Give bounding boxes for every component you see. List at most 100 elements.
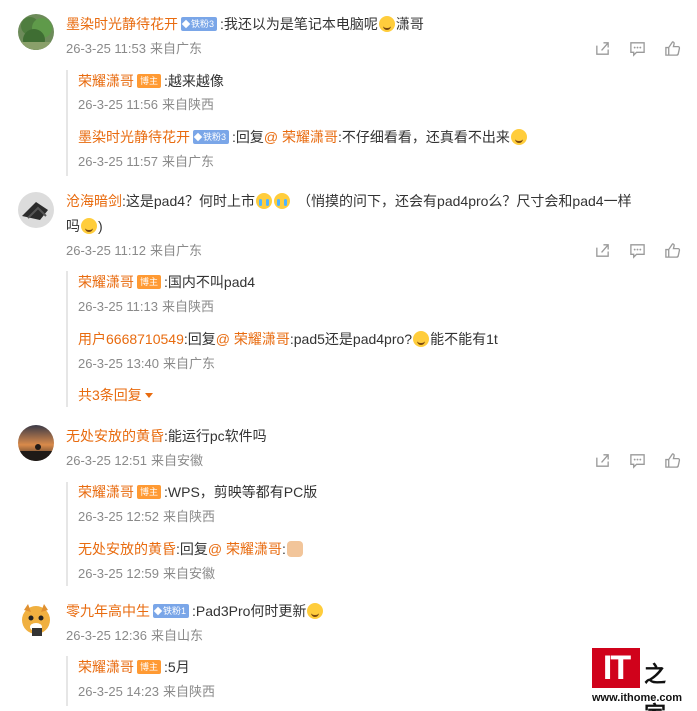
chevron-down-icon	[144, 393, 153, 398]
avatar[interactable]	[18, 192, 54, 228]
location: 来自山东	[150, 628, 203, 643]
comment-text: 我还以为是笔记本电脑呢	[223, 16, 378, 32]
comment-actions	[594, 242, 681, 259]
location: 来自陕西	[162, 509, 215, 524]
timestamp: 26-3-25 11:57	[78, 154, 158, 169]
username[interactable]: 荣耀潇哥	[78, 659, 134, 675]
avatar[interactable]	[18, 602, 54, 638]
reply-2: 墨染时光静待花开 铁粉3:回复@ 荣耀潇哥:不仔细看看，还真看不出来	[78, 127, 528, 147]
location: 来自广东	[162, 154, 215, 169]
fan-badge: 铁粉1	[153, 604, 190, 618]
location: 来自陕西	[162, 684, 215, 699]
timestamp: 26-3-25 11:53	[66, 41, 146, 56]
comment-meta: 26-3-25 12:51 来自安徽	[66, 452, 203, 470]
reply-meta: 26-3-25 11:57 来自广东	[78, 153, 214, 171]
username[interactable]: 无处安放的黄昏	[66, 428, 164, 444]
logo-brand: IT	[592, 648, 640, 688]
mention-link[interactable]: @ 荣耀潇哥	[264, 129, 338, 145]
avatar[interactable]	[18, 14, 54, 50]
host-badge: 博主	[137, 275, 162, 289]
reply-text: 不仔细看看，还真看不出来	[341, 129, 510, 145]
comment-text: 能运行pc软件吗	[167, 428, 267, 444]
reply-1: 荣耀潇哥 博主:WPS，剪映等都有PC版	[78, 484, 318, 500]
timestamp: 26-3-25 11:12	[66, 243, 146, 258]
comment-meta: 26-3-25 11:53 来自广东	[66, 40, 202, 58]
reply-meta: 26-3-25 12:59 来自安徽	[78, 565, 215, 583]
comment-actions	[594, 452, 681, 469]
reply-text: 5月	[167, 659, 190, 675]
mention-link[interactable]: @ 荣耀潇哥	[216, 331, 290, 347]
reply-meta: 26-3-25 11:13 来自陕西	[78, 298, 214, 316]
clap-emoji-icon	[286, 541, 303, 557]
timestamp: 26-3-25 11:56	[78, 97, 158, 112]
username[interactable]: 沧海暗剑	[66, 193, 122, 209]
share-icon[interactable]	[594, 452, 611, 469]
location: 来自陕西	[162, 299, 215, 314]
crying-emoji-icon	[256, 193, 273, 209]
reply-meta: 26-3-25 13:40 来自广东	[78, 355, 215, 373]
reply-text: WPS，剪映等都有PC版	[167, 484, 318, 500]
grin-emoji-icon	[413, 331, 430, 347]
laugh-emoji-icon	[510, 129, 527, 145]
timestamp: 26-3-25 11:13	[78, 299, 158, 314]
reply-2: 用户6668710549:回复@ 荣耀潇哥:pad5还是pad4pro? 能不能有…	[78, 331, 498, 347]
location: 来自安徽	[162, 566, 215, 581]
comment-meta: 26-3-25 11:12 来自广东	[66, 242, 202, 260]
username[interactable]: 用户6668710549	[78, 331, 184, 347]
username[interactable]: 无处安放的黄昏	[78, 541, 176, 557]
host-badge: 博主	[137, 74, 162, 88]
reply-1: 荣耀潇哥 博主:越来越像	[78, 73, 224, 89]
crying-emoji-icon	[274, 193, 291, 209]
ithome-watermark-logo: IT 之家 www.ithome.com	[590, 644, 686, 711]
reply-meta: 26-3-25 11:56 来自陕西	[78, 96, 214, 114]
laugh-emoji-icon	[378, 16, 395, 32]
username[interactable]: 零九年高中生	[66, 603, 150, 619]
share-icon[interactable]	[594, 40, 611, 57]
thumbs-up-icon[interactable]	[664, 242, 681, 259]
username[interactable]: 荣耀潇哥	[78, 484, 134, 500]
thumbs-up-icon[interactable]	[664, 452, 681, 469]
reply-1: 荣耀潇哥 博主:5月	[78, 659, 190, 675]
host-badge: 博主	[137, 485, 162, 499]
comment-icon[interactable]	[629, 40, 646, 57]
more-replies-link[interactable]: 共3条回复	[78, 385, 153, 405]
comment-meta: 26-3-25 12:36 来自山东	[66, 627, 203, 645]
reply-1: 荣耀潇哥 博主:国内不叫pad4	[78, 274, 256, 290]
timestamp: 26-3-25 12:52	[78, 509, 159, 524]
location: 来自陕西	[162, 97, 215, 112]
reply-text: pad5还是pad4pro?	[293, 331, 413, 347]
comment-text: Pad3Pro何时更新	[195, 603, 307, 619]
host-badge: 博主	[137, 660, 162, 674]
share-icon[interactable]	[594, 242, 611, 259]
location: 来自广东	[150, 41, 203, 56]
reply-meta: 26-3-25 14:23 来自陕西	[78, 683, 215, 701]
avatar[interactable]	[18, 425, 54, 461]
grin-emoji-icon	[307, 603, 324, 619]
reply-2: 无处安放的黄昏:回复@ 荣耀潇哥:	[78, 539, 304, 559]
reply-text: 越来越像	[167, 73, 224, 89]
username[interactable]: 墨染时光静待花开	[78, 129, 190, 145]
username[interactable]: 荣耀潇哥	[78, 274, 134, 290]
reply-meta: 26-3-25 12:52 来自陕西	[78, 508, 215, 526]
location: 来自广东	[150, 243, 203, 258]
comment-icon[interactable]	[629, 452, 646, 469]
timestamp: 26-3-25 12:36	[66, 628, 147, 643]
fan-badge: 铁粉3	[181, 17, 218, 31]
timestamp: 26-3-25 14:23	[78, 684, 159, 699]
comment-text: 这是pad4？何时上市	[125, 193, 256, 209]
location: 来自广东	[162, 356, 215, 371]
reply-text: 国内不叫pad4	[167, 274, 256, 290]
timestamp: 26-3-25 12:59	[78, 566, 159, 581]
logo-url: www.ithome.com	[592, 692, 683, 704]
timestamp: 26-3-25 13:40	[78, 356, 159, 371]
mention-link[interactable]: @ 荣耀潇哥	[208, 541, 282, 557]
grin-emoji-icon	[81, 218, 97, 234]
timestamp: 26-3-25 12:51	[66, 453, 147, 468]
comment-actions	[594, 40, 681, 57]
fan-badge: 铁粉3	[193, 130, 230, 144]
username[interactable]: 墨染时光静待花开	[66, 16, 178, 32]
username[interactable]: 荣耀潇哥	[78, 73, 134, 89]
comment-icon[interactable]	[629, 242, 646, 259]
thumbs-up-icon[interactable]	[664, 40, 681, 57]
location: 来自安徽	[150, 453, 203, 468]
